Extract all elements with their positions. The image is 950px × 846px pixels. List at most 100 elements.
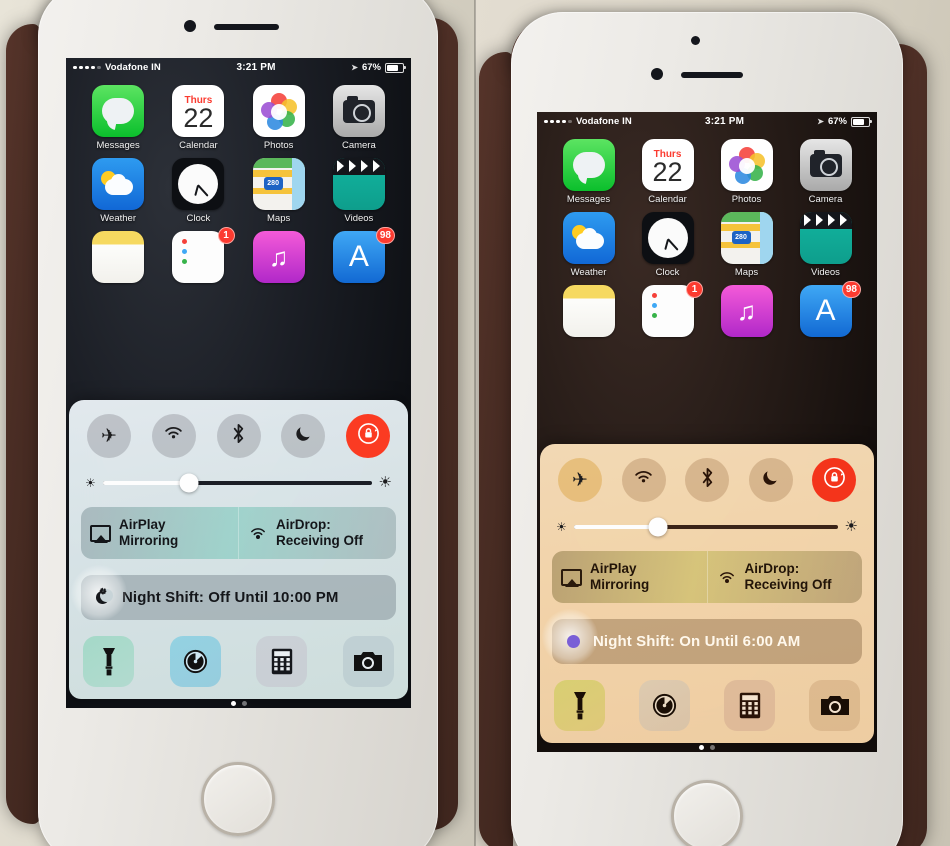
app-icon-calendar[interactable]: Thurs 22 Calendar [158,85,238,151]
app-icon-clock[interactable]: Clock [628,212,707,278]
app-icon-clock[interactable]: Clock [158,158,238,224]
brightness-track[interactable] [102,473,372,493]
app-icon-reminders[interactable]: 1 [158,227,238,283]
app-icon-notes[interactable] [78,231,158,283]
app-icon-photos[interactable]: Photos [707,139,786,205]
signal-strength-icon [73,65,101,70]
wifi-toggle[interactable] [621,458,666,503]
timer-shortcut[interactable] [169,636,221,687]
app-icon-photos[interactable]: Photos [239,85,319,151]
app-icon-messages[interactable]: Messages [549,139,628,205]
page-dot-active [699,745,704,750]
timer-icon [182,648,209,675]
do-not-disturb-toggle[interactable] [748,458,793,503]
airdrop-icon [717,567,737,587]
phone-case-left-edge [479,52,513,846]
app-icon-videos[interactable]: Videos [319,158,399,224]
status-bar-left: Vodafone IN [73,62,161,73]
status-bar-clock: 3:21 PM [236,62,276,73]
maps-icon: 280 [252,158,305,210]
app-icon-appstore[interactable]: 98 A [319,227,399,283]
brightness-track[interactable] [573,517,838,537]
calendar-icon: Thurs 22 [172,85,225,137]
home-button[interactable] [671,780,743,846]
page-dot [710,745,715,750]
brightness-knob[interactable] [648,517,668,537]
badge-count: 1 [217,227,235,244]
camera-shortcut[interactable] [342,636,394,687]
phone-body: Vodafone IN 3:21 PM ➤ 67% Messages Thurs… [511,12,903,846]
flashlight-shortcut[interactable] [554,680,605,731]
panel-left: Vodafone IN 3:21 PM ➤ 67% Messages Thurs… [0,0,475,846]
wifi-toggle[interactable] [151,414,196,459]
app-icon-camera[interactable]: Camera [786,139,865,205]
app-icon-weather[interactable]: Weather [549,212,628,278]
rotation-lock-icon [357,422,380,451]
app-icon-appstore[interactable]: 98 A [786,281,865,337]
app-label: Maps [267,213,291,224]
sun-large-icon: ☀ [844,518,858,536]
panel-right: Vodafone IN 3:21 PM ➤ 67% Messages Thurs… [475,0,950,846]
app-label: Videos [811,267,840,278]
bluetooth-toggle[interactable] [685,458,729,503]
airplane-mode-toggle[interactable]: ✈ [87,414,131,459]
app-icon-notes[interactable] [549,285,628,337]
app-icon-calendar[interactable]: Thurs 22 Calendar [628,139,707,205]
app-label: Messages [566,194,611,205]
flashlight-shortcut[interactable] [83,636,134,687]
app-icon-maps[interactable]: 280 Maps [707,212,786,278]
night-shift-button[interactable]: Night Shift: On Until 6:00 AM [552,619,862,664]
brightness-slider-row[interactable]: ☀ ☀ [552,517,862,537]
maps-icon: 280 [720,212,773,264]
earpiece-speaker [214,24,279,30]
airplay-icon [90,524,111,543]
phone-screen[interactable]: Vodafone IN 3:21 PM ➤ 67% Messages Thurs… [66,58,411,708]
airplay-mirroring-button[interactable]: AirPlay Mirroring [81,507,238,559]
app-icon-music[interactable]: ♫ [239,231,319,283]
app-icon-camera[interactable]: Camera [319,85,399,151]
notes-icon [562,285,615,337]
rotation-lock-toggle[interactable] [812,458,856,503]
badge-count: 1 [686,281,703,298]
app-icon-messages[interactable]: Messages [78,85,158,151]
timer-shortcut[interactable] [639,680,690,731]
location-arrow-icon: ➤ [817,117,824,126]
shortcuts-row [81,636,396,687]
page-indicator-dots [66,701,411,706]
airplane-icon: ✈ [101,425,117,447]
night-shift-moon-icon [564,632,583,651]
earpiece-speaker [681,72,743,78]
flashlight-icon [571,691,589,721]
app-icon-music[interactable]: ♫ [707,285,786,337]
app-label: Camera [808,194,843,205]
proximity-sensor-icon [184,20,196,32]
night-shift-label: Night Shift: Off Until 10:00 PM [122,589,339,606]
brightness-slider-row[interactable]: ☀ ☀ [81,473,396,493]
do-not-disturb-toggle[interactable] [281,414,326,459]
airdrop-button[interactable]: AirDrop: Receiving Off [238,507,396,559]
night-shift-button[interactable]: Night Shift: Off Until 10:00 PM [81,575,396,620]
airplay-mirroring-button[interactable]: AirPlay Mirroring [552,551,707,603]
rotation-lock-toggle[interactable] [346,414,390,459]
app-icon-maps[interactable]: 280 Maps [239,158,319,224]
phone-body: Vodafone IN 3:21 PM ➤ 67% Messages Thurs… [38,0,438,846]
control-center-panel: ✈ ☀ ☀ AirPlay Mirroring AirDrop: Receivi… [540,444,874,743]
status-bar-right: ➤ 67% [817,116,872,127]
app-label: Calendar [648,194,687,205]
phone-case-left-edge [6,24,40,824]
app-icon-weather[interactable]: Weather [78,158,158,224]
home-button[interactable] [201,762,275,836]
phone-screen[interactable]: Vodafone IN 3:21 PM ➤ 67% Messages Thurs… [537,112,877,752]
toggles-row: ✈ [552,458,862,503]
weather-icon [562,212,615,264]
airdrop-button[interactable]: AirDrop: Receiving Off [706,551,863,603]
calculator-shortcut[interactable] [256,636,308,687]
brightness-knob[interactable] [179,473,199,493]
app-icon-reminders[interactable]: 1 [628,281,707,337]
camera-shortcut[interactable] [809,680,860,731]
airplane-mode-toggle[interactable]: ✈ [558,458,602,503]
carrier-label: Vodafone IN [104,62,161,73]
app-icon-videos[interactable]: Videos [786,212,865,278]
calculator-shortcut[interactable] [724,680,775,731]
bluetooth-toggle[interactable] [216,414,261,459]
